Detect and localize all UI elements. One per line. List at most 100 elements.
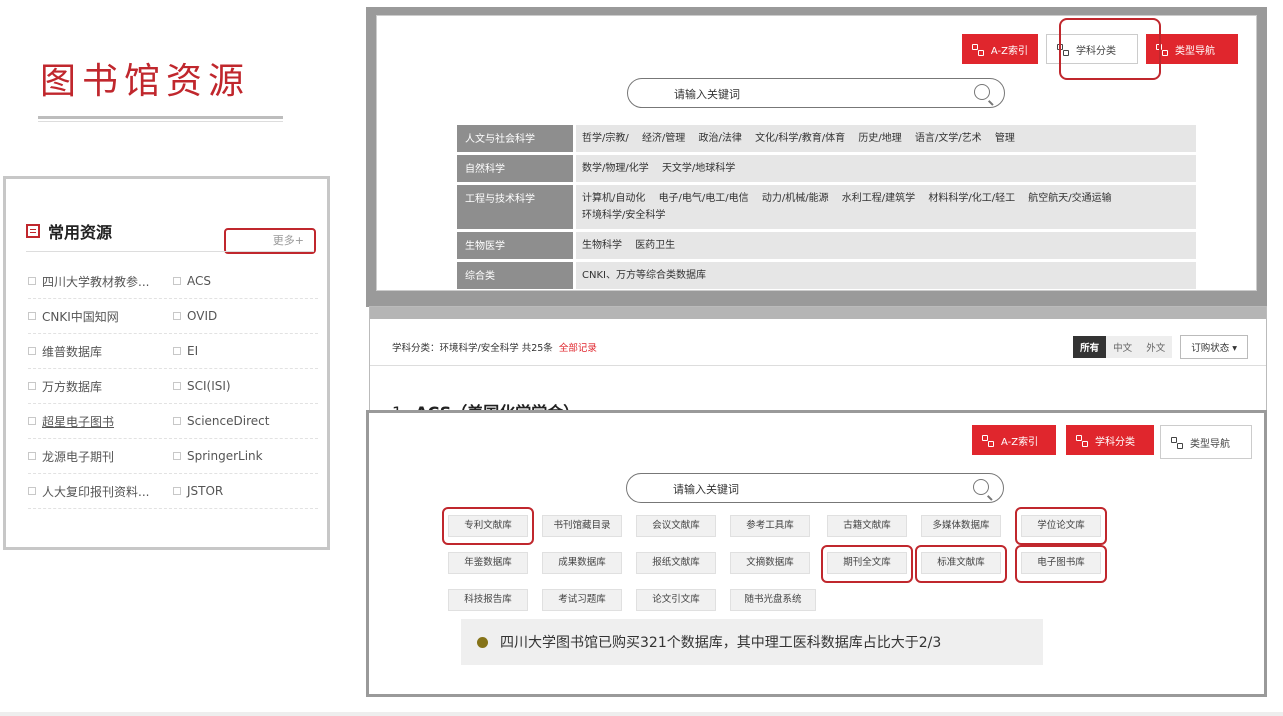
- subject-link[interactable]: 水利工程/建筑学: [842, 193, 915, 204]
- subject-link[interactable]: CNKI、万方等综合类数据库: [582, 270, 706, 281]
- grid-icon: [1171, 436, 1183, 449]
- db-type-button[interactable]: 古籍文献库: [827, 515, 907, 537]
- highlight-box: [821, 545, 913, 583]
- resource-link[interactable]: SpringerLink: [173, 449, 318, 463]
- subject-link[interactable]: 计算机/自动化: [582, 193, 645, 204]
- db-type-button[interactable]: 参考工具库: [730, 515, 810, 537]
- resource-link[interactable]: JSTOR: [173, 484, 318, 498]
- list-item: 维普数据库 EI: [28, 334, 318, 369]
- highlight-box: [1015, 545, 1107, 583]
- subject-link[interactable]: 航空航天/交通运输: [1028, 193, 1111, 204]
- resource-link[interactable]: 人大复印报刊资料...: [28, 483, 173, 500]
- db-type-button[interactable]: 文摘数据库: [730, 552, 810, 574]
- type-navigation-screenshot: A-Z索引 学科分类 类型导航 请输入关键词 专利文献库 书刊馆藏目录 会议文献…: [366, 410, 1267, 697]
- subject-link[interactable]: 政治/法律: [699, 133, 742, 144]
- panel-top-bar: [370, 307, 1266, 319]
- list-item: 万方数据库 SCI(ISI): [28, 369, 318, 404]
- resource-list: 四川大学教材教参... ACS CNKI中国知网 OVID 维普数据库 EI 万…: [28, 264, 318, 509]
- search-placeholder: 请输入关键词: [673, 483, 739, 496]
- resource-link[interactable]: OVID: [173, 309, 318, 323]
- subject-items: CNKI、万方等综合类数据库: [576, 262, 1196, 289]
- db-type-button[interactable]: 科技报告库: [448, 589, 528, 611]
- subject-classification-page: A-Z索引 学科分类 类型导航 请输入关键词 人文与社会科学 哲学/宗教/ 经济…: [376, 15, 1257, 291]
- subject-link[interactable]: 哲学/宗教/: [582, 133, 629, 144]
- resource-link[interactable]: 超星电子图书: [28, 413, 173, 430]
- tab-az-index[interactable]: A-Z索引: [972, 425, 1056, 455]
- resource-link[interactable]: ScienceDirect: [173, 414, 318, 428]
- resource-link[interactable]: CNKI中国知网: [28, 308, 173, 325]
- subject-items: 生物科学 医药卫生: [576, 232, 1196, 259]
- db-type-button[interactable]: 考试习题库: [542, 589, 622, 611]
- subject-link[interactable]: 天文学/地球科学: [662, 163, 735, 174]
- subject-items: 计算机/自动化 电子/电气/电工/电信 动力/机械/能源 水利工程/建筑学 材料…: [576, 185, 1196, 229]
- table-row: 综合类 CNKI、万方等综合类数据库: [457, 262, 1196, 289]
- resource-link[interactable]: ACS: [173, 274, 318, 288]
- subject-link[interactable]: 语言/文学/艺术: [915, 133, 982, 144]
- subject-classification-screenshot: A-Z索引 学科分类 类型导航 请输入关键词 人文与社会科学 哲学/宗教/ 经济…: [366, 7, 1267, 307]
- subject-link[interactable]: 经济/管理: [642, 133, 685, 144]
- subject-link[interactable]: 环境科学/安全科学: [582, 210, 665, 221]
- db-type-button[interactable]: 论文引文库: [636, 589, 716, 611]
- subject-link[interactable]: 医药卫生: [635, 240, 675, 251]
- summary-note: 四川大学图书馆已购买321个数据库，其中理工医科数据库占比大于2/3: [461, 619, 1043, 665]
- subject-link[interactable]: 生物科学: [582, 240, 622, 251]
- subject-link[interactable]: 历史/地理: [858, 133, 901, 144]
- db-type-button[interactable]: 随书光盘系统: [730, 589, 816, 611]
- db-type-button[interactable]: 书刊馆藏目录: [542, 515, 622, 537]
- search-input[interactable]: 请输入关键词: [627, 78, 1005, 108]
- list-item: 人大复印报刊资料... JSTOR: [28, 474, 318, 509]
- search-input[interactable]: 请输入关键词: [626, 473, 1004, 503]
- results-info: 学科分类：环境科学/安全科学 共25条 全部记录: [392, 340, 597, 354]
- tab-subject[interactable]: 学科分类: [1066, 425, 1154, 455]
- resource-link[interactable]: 龙源电子期刊: [28, 448, 173, 465]
- subject-link[interactable]: 材料科学/化工/轻工: [928, 193, 1015, 204]
- subscription-status-dropdown[interactable]: 订购状态 ▾: [1180, 335, 1248, 359]
- db-type-button[interactable]: 多媒体数据库: [921, 515, 1001, 537]
- subject-category: 自然科学: [457, 155, 573, 182]
- tab-az-index[interactable]: A-Z索引: [961, 34, 1038, 64]
- resource-link[interactable]: EI: [173, 344, 318, 358]
- results-summary: 学科分类：环境科学/安全科学 共25条: [392, 343, 553, 354]
- all-records-link[interactable]: 全部记录: [559, 343, 597, 354]
- subject-category: 生物医学: [457, 232, 573, 259]
- highlight-box: [1015, 507, 1107, 545]
- subject-link[interactable]: 电子/电气/电工/电信: [659, 193, 749, 204]
- subject-link[interactable]: 文化/科学/教育/体育: [755, 133, 845, 144]
- search-icon[interactable]: [973, 479, 989, 495]
- filter-foreign[interactable]: 外文: [1139, 336, 1173, 358]
- divider: [370, 365, 1266, 366]
- tab-type[interactable]: 类型导航: [1160, 425, 1252, 459]
- resource-link[interactable]: SCI(ISI): [173, 379, 318, 393]
- title-underline-thin: [38, 121, 283, 122]
- grid-icon: [982, 434, 994, 447]
- list-item: 龙源电子期刊 SpringerLink: [28, 439, 318, 474]
- resource-link[interactable]: 维普数据库: [28, 343, 173, 360]
- tab-label: 类型导航: [1175, 45, 1215, 57]
- search-placeholder: 请输入关键词: [674, 88, 740, 101]
- db-type-button[interactable]: 会议文献库: [636, 515, 716, 537]
- common-resources-panel: 常用资源 更多+ 四川大学教材教参... ACS CNKI中国知网 OVID 维…: [3, 176, 330, 550]
- db-type-button[interactable]: 年鉴数据库: [448, 552, 528, 574]
- db-type-button[interactable]: 报纸文献库: [636, 552, 716, 574]
- nav-tabs: A-Z索引 学科分类 类型导航: [968, 425, 1252, 459]
- resource-link[interactable]: 四川大学教材教参...: [28, 273, 173, 290]
- highlight-box: [915, 545, 1007, 583]
- subject-link[interactable]: 数学/物理/化学: [582, 163, 649, 174]
- resource-link[interactable]: 万方数据库: [28, 378, 173, 395]
- db-type-button[interactable]: 成果数据库: [542, 552, 622, 574]
- subject-link[interactable]: 动力/机械/能源: [762, 193, 829, 204]
- filter-chinese[interactable]: 中文: [1106, 336, 1140, 358]
- bullet-icon: [477, 636, 488, 648]
- title-underline: [38, 116, 283, 119]
- table-row: 人文与社会科学 哲学/宗教/ 经济/管理 政治/法律 文化/科学/教育/体育 历…: [457, 125, 1196, 152]
- highlight-box: [1059, 18, 1161, 80]
- filter-all[interactable]: 所有: [1073, 336, 1107, 358]
- list-item: 超星电子图书 ScienceDirect: [28, 404, 318, 439]
- subject-link[interactable]: 管理: [995, 133, 1015, 144]
- list-icon: [26, 224, 40, 238]
- search-icon[interactable]: [974, 84, 990, 100]
- divider: [26, 251, 314, 252]
- table-row: 工程与技术科学 计算机/自动化 电子/电气/电工/电信 动力/机械/能源 水利工…: [457, 185, 1196, 229]
- language-filters: 所有 中文 外文 订购状态 ▾: [1073, 335, 1248, 359]
- subject-category: 人文与社会科学: [457, 125, 573, 152]
